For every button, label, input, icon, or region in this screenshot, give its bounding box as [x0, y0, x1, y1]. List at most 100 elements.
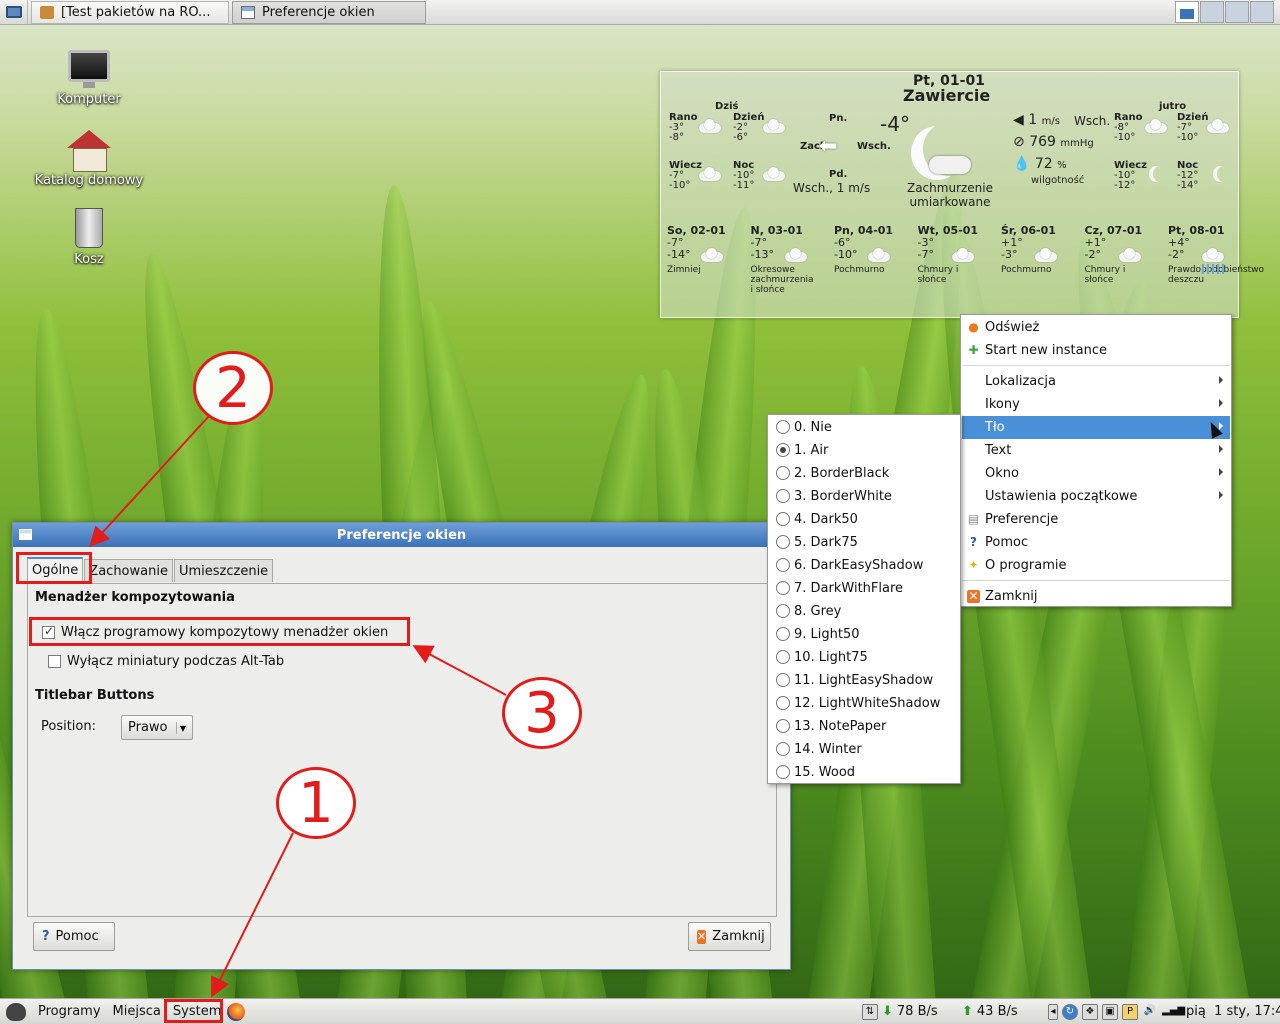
position-select[interactable]: Prawo ▼ — [121, 715, 193, 740]
compass-east: Wsch. — [857, 141, 891, 152]
close-button[interactable]: ✕ Zamknij — [688, 922, 771, 951]
tomorrow-evening: Wiecz -10° -12° — [1114, 160, 1147, 191]
forecast-desc: Pochmurno — [834, 265, 885, 275]
position-label: Position: — [41, 719, 96, 734]
background-option[interactable]: 12. LightWhiteShadow — [769, 692, 959, 715]
weather-widget[interactable]: Pt, 01-01 Zawiercie Dziś Rano -3° -8° Dzie… — [660, 71, 1264, 318]
wind-dir: Wsch. — [1074, 114, 1111, 128]
radio-icon — [776, 696, 790, 710]
dialog-title: Preferencje okien — [336, 527, 467, 543]
close-icon: ✕ — [697, 929, 707, 944]
workspace-4[interactable] — [1250, 1, 1274, 23]
firefox-icon[interactable] — [227, 1002, 246, 1021]
cloud-icon — [1118, 248, 1141, 262]
radio-icon — [776, 719, 790, 733]
weather-city: Zawiercie — [903, 86, 991, 105]
menu-item-label: Ustawienia początkowe — [985, 489, 1138, 504]
radio-icon — [776, 604, 790, 618]
menu-applications[interactable]: Programy — [32, 1000, 107, 1024]
p-icon[interactable]: P — [1122, 1003, 1138, 1020]
menu-item-start-new-instance[interactable]: ✚ Start new instance — [962, 339, 1230, 362]
network-monitor[interactable]: ⇅ ⬇ 78 B/s — [862, 1000, 938, 1024]
radio-icon — [776, 765, 790, 779]
cloud-icon — [763, 167, 785, 181]
background-option[interactable]: 3. BorderWhite — [769, 485, 959, 508]
alt-tab-thumbnails-checkbox[interactable]: Wyłącz miniatury podczas Alt-Tab — [48, 654, 284, 669]
menu-item-icons[interactable]: Ikony — [962, 393, 1230, 416]
background-option[interactable]: 4. Dark50 — [769, 508, 959, 531]
network-upload[interactable]: ⬆ 43 B/s — [962, 1000, 1018, 1024]
taskbar-item-window-preferences[interactable]: Preferencje okien — [232, 0, 426, 24]
tab-general[interactable]: Ogólne — [27, 557, 84, 582]
background-option[interactable]: 6. DarkEasyShadow — [769, 554, 959, 577]
signal-icon[interactable]: ▂▄▆ — [1162, 1004, 1185, 1020]
background-option-label: 5. Dark75 — [794, 535, 858, 550]
tab-behavior[interactable]: Zachowanie — [84, 559, 173, 582]
trash-icon — [75, 208, 103, 248]
menu-item-about[interactable]: ✦ O programie — [962, 554, 1230, 577]
menu-item-close[interactable]: ✕ Zamknij — [962, 585, 1230, 608]
dropbox-icon[interactable]: ❖ — [1082, 1003, 1098, 1020]
volume-icon[interactable]: 🔊 — [1142, 1004, 1158, 1020]
menu-item-label: Okno — [985, 466, 1019, 481]
background-option[interactable]: 5. Dark75 — [769, 531, 959, 554]
compositing-checkbox[interactable]: Włącz programowy kompozytowy menadżer ok… — [42, 624, 388, 640]
wind-speed: ◀ 1 m/s — [1013, 112, 1060, 128]
workspace-2[interactable] — [1200, 1, 1224, 23]
menu-item-text[interactable]: Text — [962, 439, 1230, 462]
background-option[interactable]: 8. Grey — [769, 600, 959, 623]
background-option[interactable]: 7. DarkWithFlare — [769, 577, 959, 600]
desktop-icon-computer[interactable]: Komputer — [34, 50, 144, 107]
update-icon[interactable]: ↻ — [1062, 1003, 1078, 1020]
background-option[interactable]: 2. BorderBlack — [769, 462, 959, 485]
menu-item-location[interactable]: Lokalizacja — [962, 370, 1230, 393]
background-option[interactable]: 9. Light50 — [769, 623, 959, 646]
background-option[interactable]: 14. Winter — [769, 738, 959, 761]
menu-item-refresh[interactable]: ● Odśwież — [962, 316, 1230, 339]
menu-system[interactable]: System — [167, 1000, 227, 1024]
clipboard-icon[interactable]: ▣ — [1102, 1003, 1118, 1020]
menu-item-window[interactable]: Okno — [962, 462, 1230, 485]
background-option[interactable]: 11. LightEasyShadow — [769, 669, 959, 692]
menu-item-initial-settings[interactable]: Ustawienia początkowe — [962, 485, 1230, 508]
menu-item-label: Start new instance — [985, 343, 1107, 358]
tab-page-general: Menadżer kompozytowania Włącz programowy… — [27, 583, 777, 917]
help-icon: ? — [42, 929, 50, 944]
net-up-speed: 43 B/s — [976, 1004, 1018, 1019]
cloud-icon — [1207, 119, 1229, 133]
desktop-icon-home[interactable]: Katalog domowy — [34, 130, 144, 188]
background-option[interactable]: 13. NotePaper — [769, 715, 959, 738]
taskbar-item-package-test[interactable]: [Test pakietów na RO... — [31, 0, 229, 24]
workspace-3[interactable] — [1225, 1, 1249, 23]
cloud-icon — [784, 248, 807, 262]
menu-places[interactable]: Miejsca — [107, 1000, 167, 1024]
window-icon — [19, 529, 32, 540]
desktop-icon-trash[interactable]: Kosz — [34, 208, 144, 267]
background-option[interactable]: 1. Air — [769, 439, 959, 462]
menu-item-help[interactable]: ? Pomoc — [962, 531, 1230, 554]
clock[interactable]: pią 1 sty, 17:46 — [1186, 1004, 1280, 1019]
about-icon: ✦ — [968, 558, 979, 572]
background-option[interactable]: 0. Nie — [769, 416, 959, 439]
show-desktop-icon[interactable] — [0, 0, 28, 24]
cloud-icon — [951, 248, 974, 262]
tray-arrow-icon[interactable]: ◂ — [1048, 1003, 1058, 1020]
help-button[interactable]: ? Pomoc — [33, 922, 115, 951]
background-option[interactable]: 15. Wood — [769, 761, 959, 784]
menu-item-background[interactable]: Tło — [962, 416, 1230, 439]
menu-item-label: Odśwież — [985, 320, 1040, 335]
pressure: ⊘ 769 mmHg — [1013, 134, 1094, 150]
checkbox-unchecked-icon — [48, 655, 61, 668]
workspace-1[interactable] — [1175, 1, 1199, 23]
today-day: Dzień -2° -6° — [733, 112, 765, 143]
menu-item-preferences[interactable]: ▤ Preferencje — [962, 508, 1230, 531]
radio-icon — [776, 558, 790, 572]
radio-icon — [776, 466, 790, 480]
tab-placement[interactable]: Umieszczenie — [173, 559, 274, 582]
today-night: Noc -10° -11° — [733, 160, 755, 191]
close-button-label: Zamknij — [712, 929, 765, 944]
background-option[interactable]: 10. Light75 — [769, 646, 959, 669]
dialog-titlebar[interactable]: Preferencje okien — [13, 523, 790, 547]
weather-condition: Zachmurzenie umiarkowane — [906, 181, 993, 209]
desktop-icon-label: Katalog domowy — [34, 173, 144, 188]
